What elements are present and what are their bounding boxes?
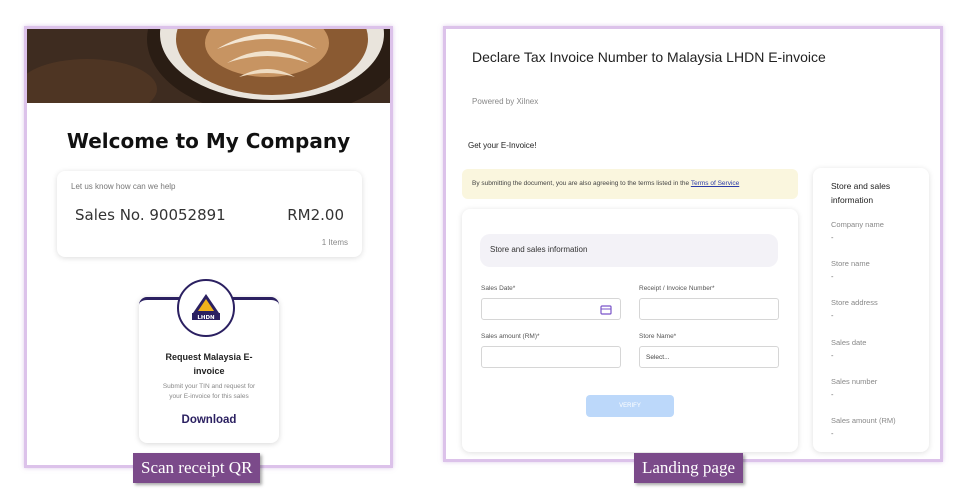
lhdn-logo: LHDN bbox=[177, 279, 235, 337]
calendar-icon[interactable] bbox=[600, 304, 612, 317]
terms-notice-text: By submitting the document, you are also… bbox=[472, 180, 690, 187]
verify-button[interactable]: VERIFY bbox=[586, 395, 674, 417]
company-name-value: - bbox=[831, 233, 834, 242]
sales-date-label: Sales Date* bbox=[481, 285, 516, 292]
terms-notice: By submitting the document, you are also… bbox=[462, 169, 798, 199]
receipt-screen: Welcome to My Company Let us know how ca… bbox=[24, 26, 393, 468]
receipt-number-label: Receipt / Invoice Number* bbox=[639, 285, 715, 292]
store-name-label: Store Name* bbox=[639, 333, 677, 340]
svg-text:LHDN: LHDN bbox=[197, 315, 215, 321]
company-name-label: Company name bbox=[831, 220, 884, 229]
coffee-hero-image bbox=[27, 29, 390, 103]
sales-number-info-label: Sales number bbox=[831, 377, 878, 386]
store-name-select[interactable]: Select... bbox=[639, 346, 779, 368]
sales-form-card: Store and sales information Sales Date* … bbox=[462, 209, 798, 452]
terms-of-service-link[interactable]: Terms of Service bbox=[691, 180, 739, 187]
store-name-info-label: Store name bbox=[831, 259, 870, 268]
einvoice-title: Request Malaysia E-invoice bbox=[165, 352, 253, 376]
sales-number-info-value: - bbox=[831, 390, 834, 399]
receipt-number-input[interactable] bbox=[639, 298, 779, 320]
sales-amount-label: Sales amount (RM)* bbox=[481, 333, 540, 340]
download-button[interactable]: Download bbox=[139, 414, 279, 426]
lhdn-logo-icon: LHDN bbox=[192, 294, 220, 321]
sales-amount: RM2.00 bbox=[287, 206, 344, 224]
sales-date-info-value: - bbox=[831, 351, 834, 360]
sales-amount-info-value: - bbox=[831, 429, 834, 438]
item-count: 1 Items bbox=[321, 238, 348, 247]
sidebar-title: Store and sales information bbox=[831, 181, 891, 205]
sales-amount-info-label: Sales amount (RM) bbox=[831, 416, 896, 425]
welcome-heading: Welcome to My Company bbox=[66, 129, 351, 153]
einvoice-description: Submit your TIN and request for your E-i… bbox=[162, 383, 256, 400]
caption-scan-receipt: Scan receipt QR bbox=[133, 453, 261, 483]
store-name-info-value: - bbox=[831, 272, 834, 281]
sales-amount-input[interactable] bbox=[481, 346, 621, 368]
store-address-label: Store address bbox=[831, 298, 878, 307]
caption-landing-page: Landing page bbox=[634, 453, 743, 483]
powered-by: Powered by Xilnex bbox=[472, 97, 539, 106]
get-einvoice-text: Get your E-Invoice! bbox=[468, 141, 537, 150]
landing-page-screen: Declare Tax Invoice Number to Malaysia L… bbox=[443, 26, 943, 462]
store-address-value: - bbox=[831, 311, 834, 320]
sales-date-info-label: Sales date bbox=[831, 338, 867, 347]
sales-summary-card: Let us know how can we help Sales No. 90… bbox=[57, 171, 362, 257]
page-title: Declare Tax Invoice Number to Malaysia L… bbox=[472, 49, 826, 65]
sales-date-input[interactable] bbox=[481, 298, 621, 320]
form-section-title: Store and sales information bbox=[480, 234, 778, 267]
sales-info-sidebar: Store and sales information Company name… bbox=[813, 168, 929, 452]
sales-number: Sales No. 90052891 bbox=[75, 206, 226, 224]
help-hint: Let us know how can we help bbox=[71, 182, 176, 191]
